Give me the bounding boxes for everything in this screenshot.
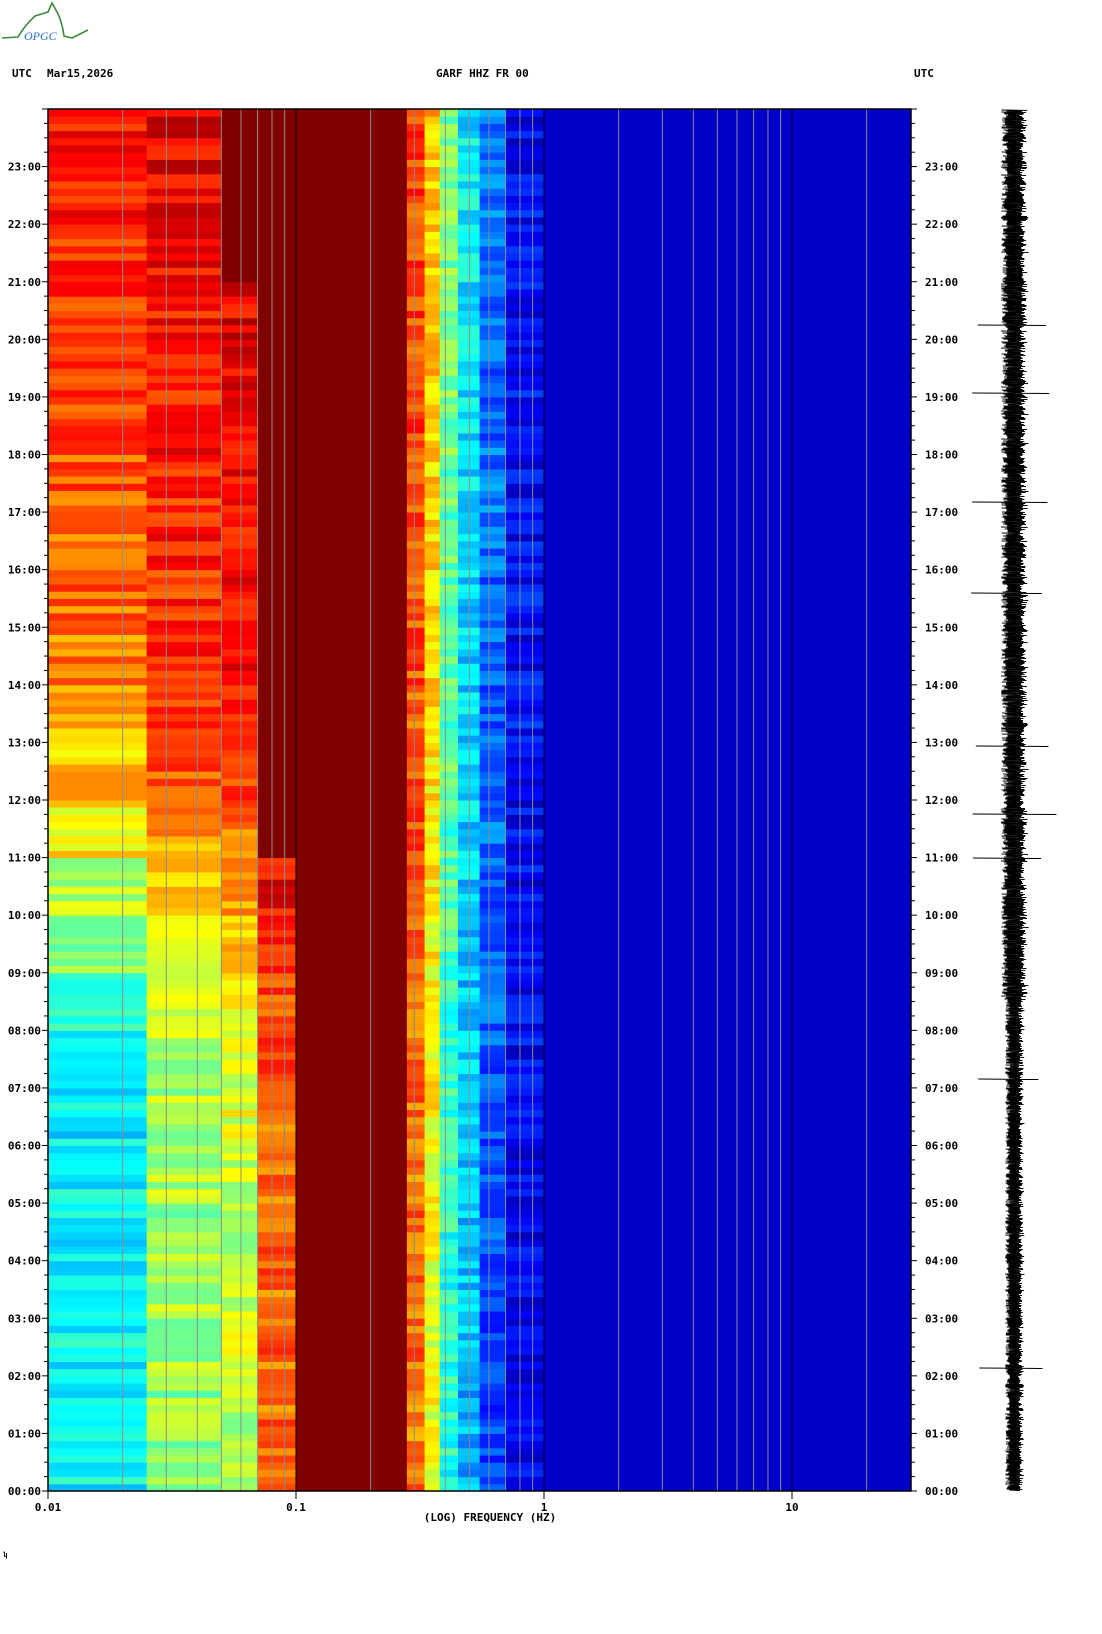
footer-mark: ʮ xyxy=(3,1551,8,1559)
seismogram-trace xyxy=(971,109,1057,1491)
